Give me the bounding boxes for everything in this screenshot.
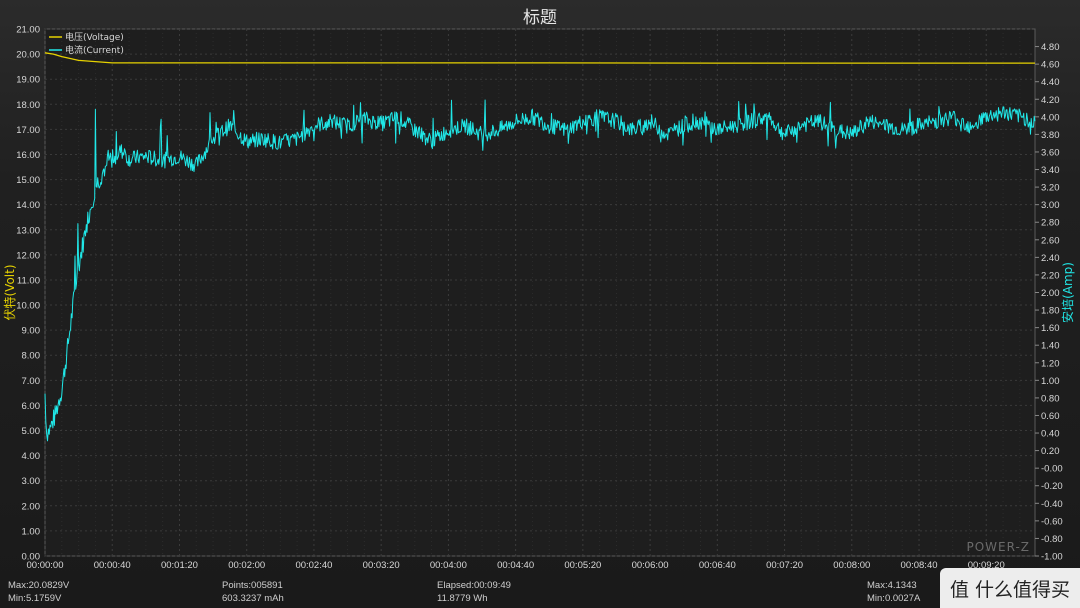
y-tick-label: 20.00 (16, 50, 40, 61)
y2-tick-label: 2.20 (1041, 270, 1060, 281)
y2-tick-label: 3.00 (1041, 200, 1060, 211)
y2-tick-label: 4.20 (1041, 95, 1060, 106)
current-stats: Max:4.1343 Min:0.0027A (867, 579, 920, 605)
points-stats: Points:005891 603.3237 mAh (222, 579, 284, 605)
y-tick-label: 13.00 (16, 225, 40, 236)
y-tick-label: 8.00 (22, 351, 41, 362)
y2-tick-label: 3.40 (1041, 165, 1060, 176)
y2-tick-label: 0.60 (1041, 411, 1060, 422)
y-tick-label: 21.00 (16, 25, 40, 36)
y-tick-label: 5.00 (22, 426, 41, 437)
x-tick-label: 00:03:20 (363, 560, 400, 571)
y2-tick-label: 2.80 (1041, 218, 1060, 229)
y2-tick-label: 1.00 (1041, 376, 1060, 387)
max-current: Max:4.1343 (867, 580, 917, 591)
legend-label: 电压(Voltage) (65, 31, 124, 43)
x-tick-label: 00:06:00 (632, 560, 669, 571)
y2-tick-label: 1.60 (1041, 323, 1060, 334)
y2-tick-label: 2.60 (1041, 235, 1060, 246)
elapsed-stats: Elapsed:00:09:49 11.8779 Wh (437, 579, 511, 605)
voltage-stats: Max:20.0829V Min:5.1759V (8, 579, 69, 605)
elapsed-time: Elapsed:00:09:49 (437, 580, 511, 591)
points-count: Points:005891 (222, 580, 283, 591)
y-tick-label: 1.00 (22, 526, 41, 537)
y-tick-label: 17.00 (16, 125, 40, 136)
x-tick-label: 00:04:00 (430, 560, 467, 571)
y-tick-label: 4.00 (22, 451, 41, 462)
legend-label: 电流(Current) (65, 44, 124, 56)
x-tick-label: 00:02:40 (295, 560, 332, 571)
x-tick-label: 00:08:00 (833, 560, 870, 571)
y2-tick-label: 0.20 (1041, 446, 1060, 457)
brand-logo: POWER-Z (966, 540, 1030, 554)
y2-tick-label: -0.60 (1041, 516, 1063, 527)
y2-tick-label: 0.80 (1041, 393, 1060, 404)
y2-tick-label: 1.40 (1041, 341, 1060, 352)
y2-tick-label: 3.60 (1041, 147, 1060, 158)
y2-tick-label: -1.00 (1041, 552, 1063, 563)
max-voltage: Max:20.0829V (8, 580, 70, 591)
y2-tick-label: 4.40 (1041, 77, 1060, 88)
y2-tick-label: 3.20 (1041, 183, 1060, 194)
y2-tick-label: -0.80 (1041, 534, 1063, 545)
y-tick-label: 12.00 (16, 250, 40, 261)
capacity-value: 603.3237 mAh (222, 593, 284, 604)
watermark-text: 值 什么值得买 (949, 578, 1071, 601)
min-voltage: Min:5.1759V (8, 593, 62, 604)
y-tick-label: 6.00 (22, 401, 41, 412)
y-tick-label: 18.00 (16, 100, 40, 111)
y-tick-label: 3.00 (22, 476, 41, 487)
x-tick-label: 00:04:40 (497, 560, 534, 571)
plot-area (44, 28, 1036, 557)
y2-tick-label: 1.20 (1041, 358, 1060, 369)
y-tick-label: 19.00 (16, 75, 40, 86)
x-tick-label: 00:08:40 (901, 560, 938, 571)
y-tick-label: 16.00 (16, 150, 40, 161)
y-tick-label: 10.00 (16, 301, 40, 312)
y-axis-label: 伏特(Volt) (2, 264, 17, 320)
y2-tick-label: 2.00 (1041, 288, 1060, 299)
x-tick-label: 00:01:20 (161, 560, 198, 571)
y-tick-label: 2.00 (22, 501, 41, 512)
energy-value: 11.8779 Wh (437, 593, 488, 604)
y2-tick-label: -0.40 (1041, 499, 1063, 510)
x-tick-label: 00:05:20 (564, 560, 601, 571)
x-tick-label: 00:00:00 (27, 560, 64, 571)
y-tick-label: 7.00 (22, 376, 41, 387)
x-tick-label: 00:02:00 (228, 560, 265, 571)
x-tick-label: 00:07:20 (766, 560, 803, 571)
y2-tick-label: 1.80 (1041, 306, 1060, 317)
y2-tick-label: 0.40 (1041, 429, 1060, 440)
y2-tick-label: 4.00 (1041, 112, 1060, 123)
watermark-logo: 值 什么值得买 (940, 568, 1080, 608)
y-tick-label: 9.00 (22, 326, 41, 337)
y2-tick-label: 4.60 (1041, 60, 1060, 71)
y2-axis-label: 安培(Amp) (1060, 262, 1075, 323)
x-tick-label: 00:00:40 (94, 560, 131, 571)
y-tick-label: 11.00 (17, 275, 40, 286)
y-tick-label: 14.00 (16, 200, 40, 211)
chart: 0.001.002.003.004.005.006.007.008.009.00… (2, 25, 1075, 572)
x-tick-label: 00:06:40 (699, 560, 736, 571)
y2-tick-label: -0.00 (1041, 464, 1063, 475)
y2-tick-label: -0.20 (1041, 481, 1063, 492)
y2-tick-label: 4.80 (1041, 42, 1060, 53)
min-current: Min:0.0027A (867, 593, 921, 604)
y-tick-label: 15.00 (16, 175, 40, 186)
y2-tick-label: 2.40 (1041, 253, 1060, 264)
y2-tick-label: 3.80 (1041, 130, 1060, 141)
